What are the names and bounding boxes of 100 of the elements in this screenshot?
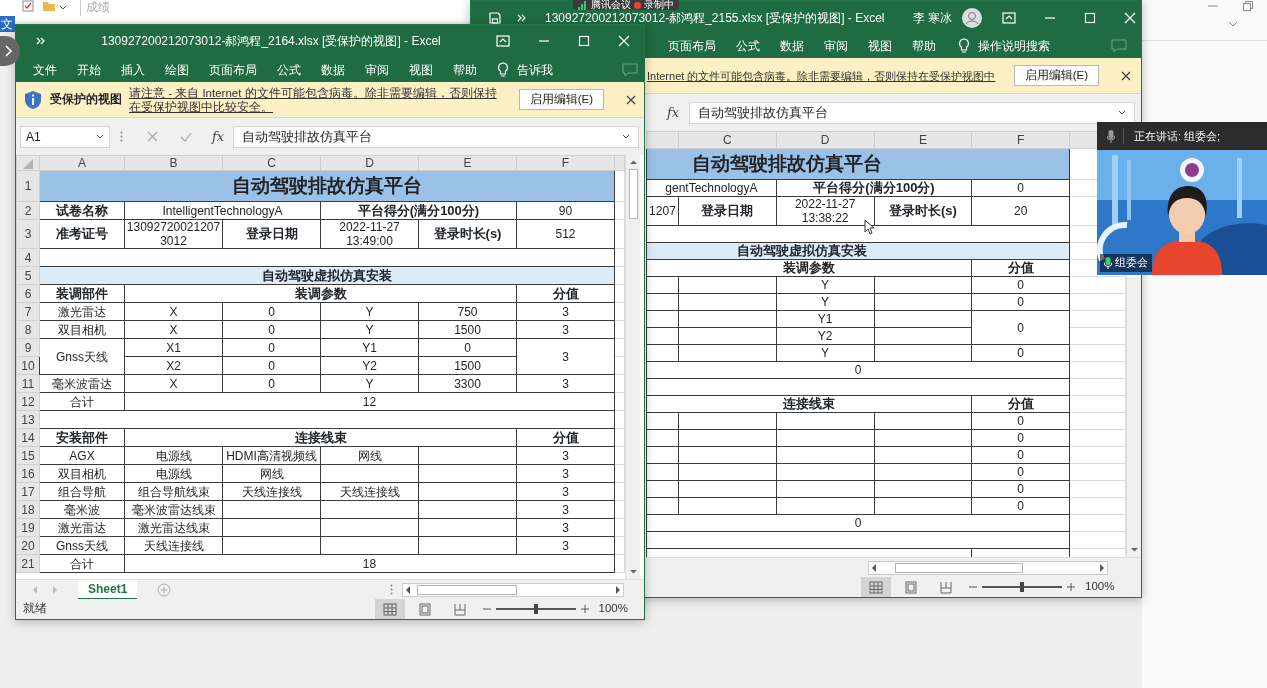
user-name[interactable]: 李 寒冰 <box>912 9 952 27</box>
ribbon-tab[interactable]: 开始 <box>77 60 101 79</box>
scrollbar-thumb[interactable] <box>895 562 1023 573</box>
column-header[interactable]: E <box>418 155 517 171</box>
ribbon-tab[interactable]: 数据 <box>780 36 804 55</box>
table-cell: 0 <box>222 302 321 321</box>
avatar-icon[interactable] <box>961 8 982 28</box>
zoom-out-icon[interactable] <box>482 605 491 613</box>
column-header[interactable]: F <box>516 155 615 171</box>
scroll-down-icon[interactable] <box>628 567 638 576</box>
sheet-title: 自动驾驶排故仿真平台 <box>39 170 615 202</box>
ribbon-tab[interactable]: 帮助 <box>912 36 936 55</box>
cancel-icon[interactable] <box>147 131 158 142</box>
table-cell: Y2 <box>320 356 419 375</box>
ribbon-tab[interactable]: 文 <box>0 16 15 32</box>
row-number[interactable]: 3 <box>16 219 40 249</box>
enable-editing-button[interactable]: 启用编辑(E) <box>1013 64 1099 87</box>
zoom-in-icon[interactable] <box>1067 583 1075 591</box>
corner-icon <box>23 158 33 169</box>
maximize-icon[interactable] <box>1083 12 1096 24</box>
function-button[interactable]: fx <box>212 126 225 147</box>
ribbon-tab[interactable]: 审阅 <box>824 36 848 55</box>
column-header[interactable]: C <box>678 131 777 149</box>
maximize-icon[interactable] <box>578 35 590 47</box>
formula-field[interactable]: 自动驾驶排故仿真平台 <box>689 101 1135 124</box>
comment-icon[interactable] <box>622 62 638 77</box>
ribbon-tab[interactable]: 页面布局 <box>668 36 716 55</box>
horizontal-scrollbar[interactable] <box>868 560 1108 575</box>
ribbon-tab[interactable]: 公式 <box>277 60 301 79</box>
slider-thumb[interactable] <box>1020 582 1024 592</box>
horizontal-scrollbar[interactable] <box>402 582 624 597</box>
ribbon-display-icon[interactable] <box>496 35 510 47</box>
view-button[interactable] <box>374 599 405 619</box>
ribbon-tab[interactable]: 审阅 <box>365 60 389 79</box>
ribbon-tab[interactable]: 插入 <box>121 60 145 79</box>
scrollbar-track[interactable] <box>625 155 640 579</box>
ribbon-tab[interactable]: 视图 <box>409 60 433 79</box>
ribbon-tab[interactable]: 页面布局 <box>209 60 257 79</box>
tell-me-search[interactable]: 操作说明搜索 <box>978 36 1050 55</box>
warning-link[interactable]: Internet 的文件可能包含病毒。除非需要编辑，否则保持在受保护视图中 <box>647 68 996 83</box>
sheet-tab[interactable]: Sheet1 <box>78 579 138 600</box>
chevron-icon[interactable] <box>0 36 20 66</box>
table-cell: Y <box>320 302 419 321</box>
close-icon[interactable] <box>1121 70 1131 81</box>
zoom-level[interactable]: 100% <box>1085 578 1115 596</box>
check-icon[interactable] <box>180 131 192 142</box>
ribbon-tab[interactable]: 公式 <box>736 36 760 55</box>
lightbulb-icon[interactable] <box>497 61 509 78</box>
formula-field[interactable]: 自动驾驶排故仿真平台 <box>233 125 639 148</box>
table-cell: Y <box>776 344 874 362</box>
warning-link[interactable]: 请注意 - 来自 Internet 的文件可能包含病毒。除非需要编辑，否则保持在受保护视图中比较安全。 <box>129 85 501 114</box>
checkbox-icon[interactable] <box>22 0 34 12</box>
zoom-level[interactable]: 100% <box>598 600 628 618</box>
ribbon-display-icon[interactable] <box>1001 12 1016 24</box>
scrollbar-thumb[interactable] <box>628 169 638 219</box>
close-icon[interactable] <box>626 94 636 105</box>
table-cell: 0 <box>971 463 1070 481</box>
chevrons-icon[interactable] <box>36 36 46 46</box>
scroll-down-icon[interactable] <box>1129 545 1139 554</box>
table-cell: 3 <box>516 320 615 339</box>
save-icon[interactable] <box>489 12 501 24</box>
zoom-out-icon[interactable] <box>969 583 977 591</box>
ribbon-tab[interactable]: 视图 <box>868 36 892 55</box>
scrollbar-thumb[interactable] <box>417 584 517 595</box>
zoom-in-icon[interactable] <box>580 605 589 613</box>
column-header[interactable]: A <box>39 155 125 171</box>
restore-icon[interactable] <box>1243 1 1253 11</box>
column-header[interactable]: B <box>124 155 223 171</box>
scroll-right-icon[interactable] <box>613 584 623 595</box>
row-number[interactable]: 1 <box>16 170 40 202</box>
lightbulb-icon[interactable] <box>958 37 970 54</box>
scrollbar-track[interactable] <box>1126 277 1141 557</box>
ribbon-tab[interactable]: 绘图 <box>165 60 189 79</box>
function-button[interactable]: fx <box>667 102 680 123</box>
scroll-right-icon[interactable] <box>1097 562 1107 573</box>
table-cell: 平台得分(满分100分) <box>320 201 517 220</box>
chevron-down-icon[interactable] <box>1228 21 1238 27</box>
zoom-slider[interactable] <box>982 582 1062 592</box>
slider-thumb[interactable] <box>533 604 538 614</box>
table-cell: 0 <box>971 446 1070 464</box>
table-cell: 合计 <box>39 554 125 573</box>
table-cell: 毫米波雷达线束 <box>124 500 223 519</box>
column-header[interactable]: D <box>776 131 874 149</box>
scroll-up-icon[interactable] <box>628 158 638 167</box>
formula-text: 自动驾驶排故仿真平台 <box>698 103 829 122</box>
enable-editing-button[interactable]: 启用编辑(E) <box>518 88 604 111</box>
microphone-icon[interactable] <box>1107 129 1115 143</box>
table-cell: 网线 <box>222 464 321 483</box>
column-header[interactable]: E <box>874 131 972 149</box>
column-header[interactable]: F <box>971 131 1070 149</box>
name-box[interactable]: A1 <box>20 125 110 148</box>
ribbon-tab[interactable]: 数据 <box>321 60 345 79</box>
column-header[interactable]: D <box>320 155 419 171</box>
zoom-slider[interactable] <box>495 604 576 614</box>
comment-icon[interactable] <box>1111 38 1127 53</box>
ribbon-tab[interactable]: 帮助 <box>453 60 477 79</box>
ribbon-tab[interactable]: 文件 <box>33 60 57 79</box>
column-header[interactable]: C <box>222 155 321 171</box>
chevrons-icon[interactable] <box>517 13 527 23</box>
tell-me-search[interactable]: 告诉我 <box>517 60 553 79</box>
